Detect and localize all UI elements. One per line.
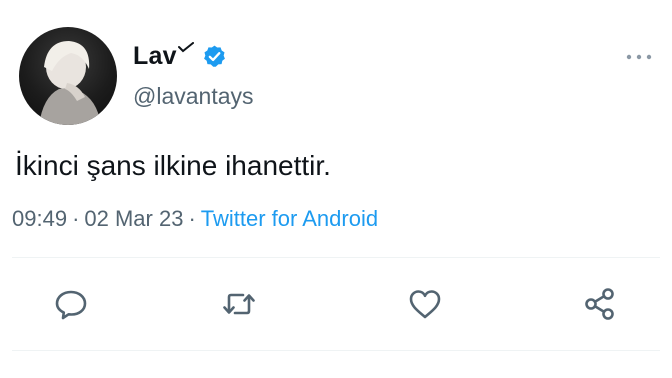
retweet-button[interactable]: [221, 286, 257, 322]
more-options-icon[interactable]: [624, 50, 654, 64]
name-row: Lav: [133, 42, 227, 71]
tweet-date[interactable]: 02 Mar 23: [84, 206, 183, 231]
retweet-arrows-icon: [223, 293, 255, 315]
verified-badge-icon: [202, 44, 227, 69]
reply-button[interactable]: [53, 286, 89, 322]
comment-bubble-icon: [55, 290, 87, 320]
display-name[interactable]: Lav: [133, 42, 177, 71]
tweet-time[interactable]: 09:49: [12, 206, 67, 231]
divider: [12, 350, 660, 351]
tweet-meta: 09:49 · 02 Mar 23 · Twitter for Android: [12, 206, 378, 232]
profile-photo-icon: [39, 41, 101, 125]
avatar[interactable]: [19, 27, 117, 125]
share-nodes-icon: [585, 288, 614, 320]
like-button[interactable]: [407, 286, 443, 322]
name-emoji: [177, 41, 194, 58]
user-handle[interactable]: @lavantays: [133, 83, 254, 110]
meta-separator: ·: [188, 206, 196, 231]
tweet-source[interactable]: Twitter for Android: [201, 206, 378, 231]
tweet-text: İkinci şans ilkine ihanettir.: [15, 150, 331, 181]
share-button[interactable]: [582, 286, 618, 322]
divider: [12, 257, 660, 258]
meta-separator: ·: [72, 206, 80, 231]
heart-icon: [409, 290, 441, 319]
